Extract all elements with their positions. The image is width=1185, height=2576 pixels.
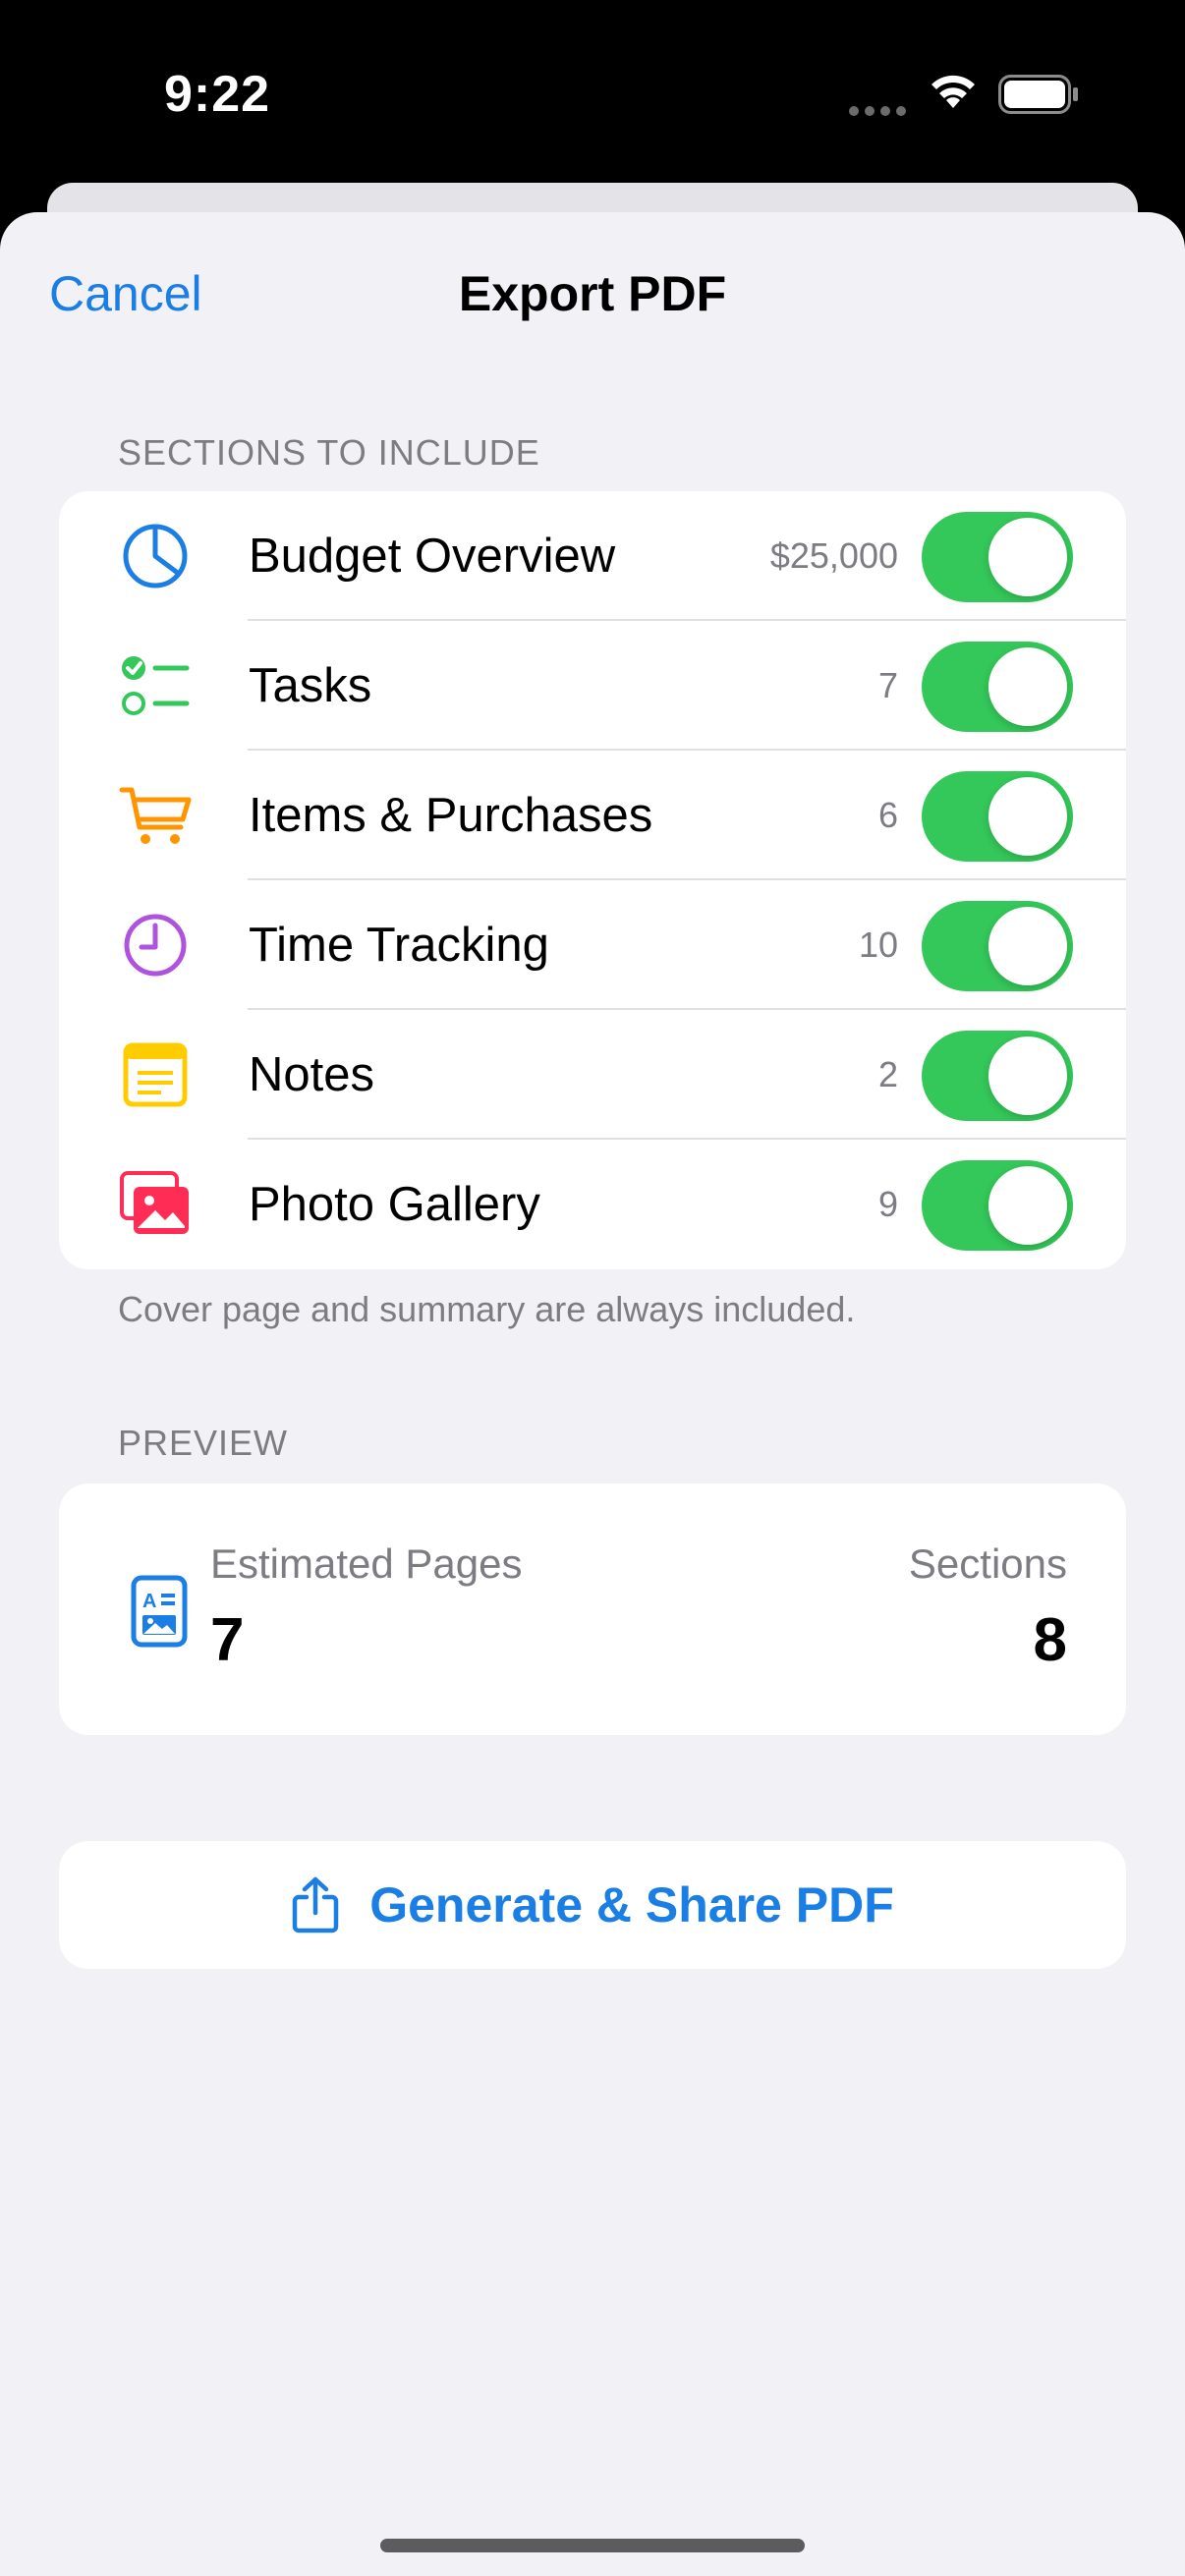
home-indicator[interactable] (380, 2539, 805, 2552)
document-icon: A (131, 1575, 188, 1648)
generate-button-content: Generate & Share PDF (59, 1841, 1126, 1969)
battery-icon (998, 75, 1078, 114)
section-count: $25,000 (769, 535, 898, 576)
preview-card: A Estimated Pages 7 Sections 8 (59, 1484, 1126, 1735)
pie-chart-icon (123, 524, 188, 588)
notes-icon (123, 1042, 188, 1107)
checklist-icon (122, 656, 190, 715)
cellular-signal-icon (849, 103, 912, 121)
section-label: Notes (249, 1048, 375, 1101)
section-label: Photo Gallery (249, 1178, 540, 1231)
budget-overview-toggle[interactable] (922, 512, 1073, 602)
generate-button-label: Generate & Share PDF (369, 1877, 894, 1932)
section-label: Tasks (249, 659, 372, 712)
sections-count-label: Sections (908, 1540, 1067, 1587)
tasks-toggle[interactable] (922, 642, 1073, 732)
toggle-knob (988, 777, 1067, 856)
time-tracking-toggle[interactable] (922, 901, 1073, 991)
toggle-knob (988, 1036, 1067, 1115)
section-count: 9 (877, 1184, 898, 1224)
status-bar: 9:22 (0, 0, 1185, 187)
sections-header: SECTIONS TO INCLUDE (118, 432, 540, 473)
items-purchases-toggle[interactable] (922, 771, 1073, 862)
svg-text:A: A (142, 1591, 156, 1612)
toggle-knob (988, 647, 1067, 726)
section-row-budget-overview: Budget Overview $25,000 (59, 491, 1126, 621)
section-count: 7 (877, 665, 898, 705)
section-row-photo-gallery: Photo Gallery 9 (59, 1140, 1126, 1269)
estimated-pages-value: 7 (210, 1606, 245, 1674)
section-label: Budget Overview (249, 530, 616, 583)
preview-header: PREVIEW (118, 1423, 289, 1463)
section-count: 2 (877, 1054, 898, 1094)
section-row-notes: Notes 2 (59, 1010, 1126, 1140)
estimated-pages-label: Estimated Pages (210, 1540, 523, 1587)
cart-icon (119, 787, 192, 844)
section-count: 10 (858, 924, 898, 965)
toggle-knob (988, 1166, 1067, 1245)
wifi-icon (931, 75, 975, 108)
photo-gallery-icon (120, 1171, 189, 1234)
section-count: 6 (877, 795, 898, 835)
sections-list: Budget Overview $25,000 Tasks 7 Items & … (59, 491, 1126, 1269)
generate-share-pdf-button[interactable]: Generate & Share PDF (59, 1841, 1126, 1969)
sections-footer-note: Cover page and summary are always includ… (118, 1289, 856, 1329)
section-row-tasks: Tasks 7 (59, 621, 1126, 751)
cancel-button[interactable]: Cancel (49, 265, 202, 322)
section-row-items-purchases: Items & Purchases 6 (59, 751, 1126, 880)
section-label: Items & Purchases (249, 789, 653, 842)
sections-count-value: 8 (1033, 1606, 1067, 1674)
section-label: Time Tracking (249, 919, 549, 972)
share-icon (292, 1876, 339, 1933)
section-row-time-tracking: Time Tracking 10 (59, 880, 1126, 1010)
clock-icon (124, 914, 187, 977)
toggle-knob (988, 907, 1067, 985)
toggle-knob (988, 518, 1067, 596)
status-time: 9:22 (164, 66, 271, 123)
notes-toggle[interactable] (922, 1031, 1073, 1121)
photo-gallery-toggle[interactable] (922, 1160, 1073, 1251)
